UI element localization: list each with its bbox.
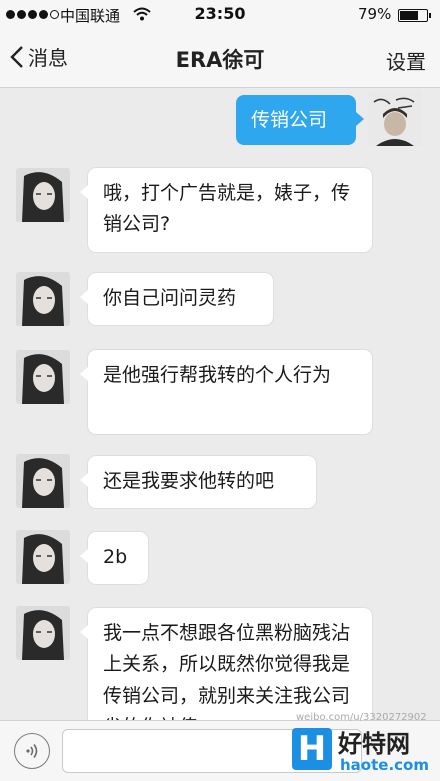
sound-wave-icon [26,744,38,758]
site-watermark: H 好特网 haote.com [292,722,438,780]
message-bubble[interactable]: 还是我要求他转的吧 [80,456,316,508]
contact-avatar[interactable] [16,530,70,584]
status-bar: 中国联通 23:50 79% [0,0,440,30]
chat-message-list[interactable]: 传销公司 哦，打个广告就是，婊子，传销公司? 你自己问问灵药 是他强行帮我转的个… [0,88,440,720]
chat-title: ERA徐可 [175,48,265,72]
message-bubble[interactable]: 2b [80,532,148,584]
voice-input-button[interactable] [14,733,50,769]
contact-avatar[interactable] [16,168,70,222]
battery-percentage: 79% [358,5,392,23]
watermark-domain: haote.com [340,756,429,774]
battery-icon [398,9,431,22]
my-avatar[interactable] [368,92,422,146]
message-bubble[interactable]: 哦，打个广告就是，婊子，传销公司? [80,168,372,252]
watermark-logo: H [292,728,332,770]
message-bubble[interactable]: 我一点不想跟各位黑粉脑残沾上关系，所以既然你觉得我是传销公司，就别来关注我公司 … [80,608,372,720]
contact-avatar[interactable] [16,350,70,404]
watermark-name: 好特网 [338,730,410,758]
message-bubble[interactable]: 你自己问问灵药 [80,273,273,325]
message-bubble[interactable]: 传销公司 [236,95,364,145]
nav-bar: 消息 ERA徐可 设置 [0,30,440,88]
message-bubble[interactable]: 是他强行帮我转的个人行为 [80,350,372,434]
contact-avatar[interactable] [16,606,70,660]
contact-avatar[interactable] [16,272,70,326]
settings-button[interactable]: 设置 [386,46,426,75]
contact-avatar[interactable] [16,454,70,508]
